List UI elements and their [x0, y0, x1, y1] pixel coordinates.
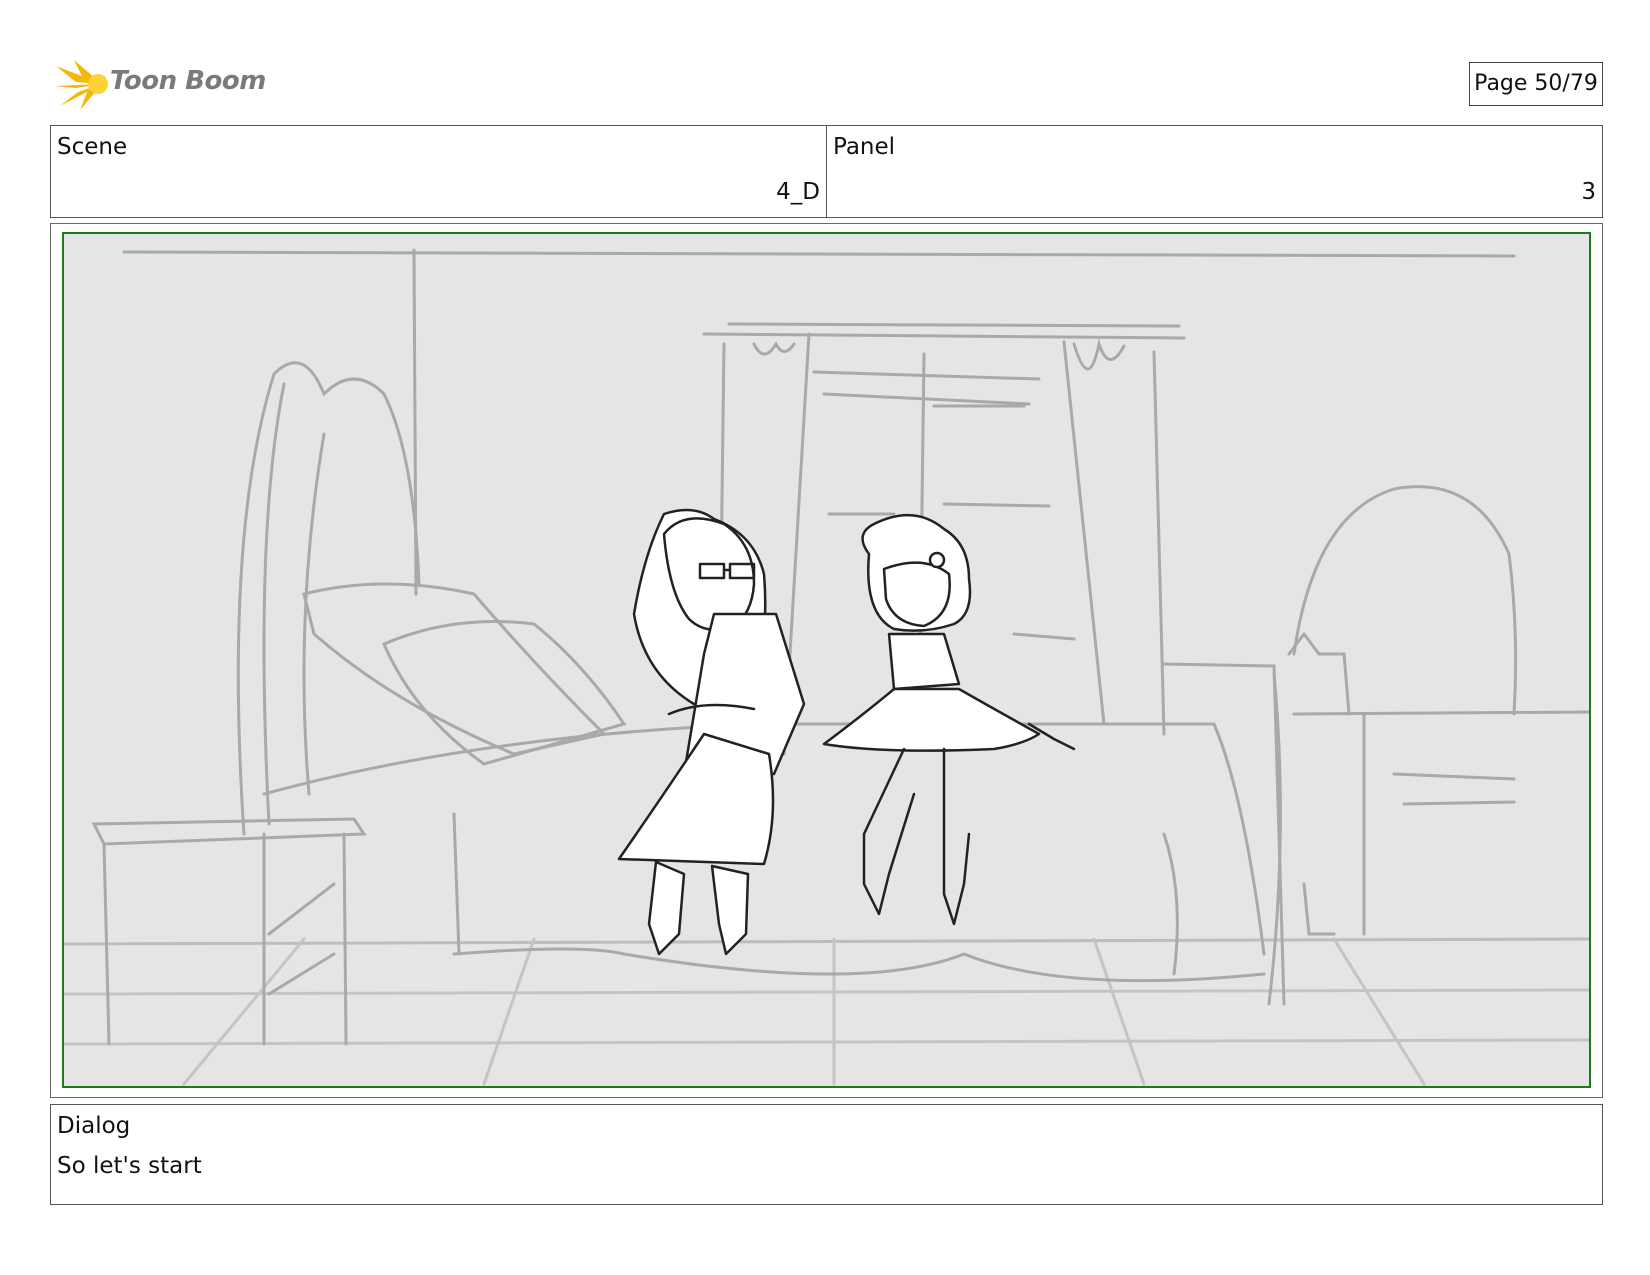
storyboard-sketch — [62, 232, 1591, 1088]
page-indicator: Page 50/79 — [1469, 62, 1603, 106]
dialog-text: So let's start — [57, 1153, 202, 1179]
dialog-box: Dialog So let's start — [50, 1104, 1603, 1205]
scene-panel-info: Scene 4_D Panel 3 — [50, 125, 1603, 218]
panel-cell: Panel 3 — [826, 126, 1602, 217]
scene-cell: Scene 4_D — [51, 126, 826, 217]
panel-value: 3 — [1581, 179, 1596, 205]
scene-value: 4_D — [776, 179, 820, 205]
scene-label: Scene — [57, 134, 128, 160]
sketch-drawing — [64, 248, 1589, 1086]
logo-text: Toon Boom — [110, 66, 266, 96]
panel-label: Panel — [833, 134, 896, 160]
dialog-label: Dialog — [57, 1113, 131, 1139]
storyboard-panel-frame — [50, 223, 1603, 1098]
starburst-logo-icon — [54, 60, 108, 110]
toon-boom-logo: Toon Boom — [54, 56, 266, 112]
